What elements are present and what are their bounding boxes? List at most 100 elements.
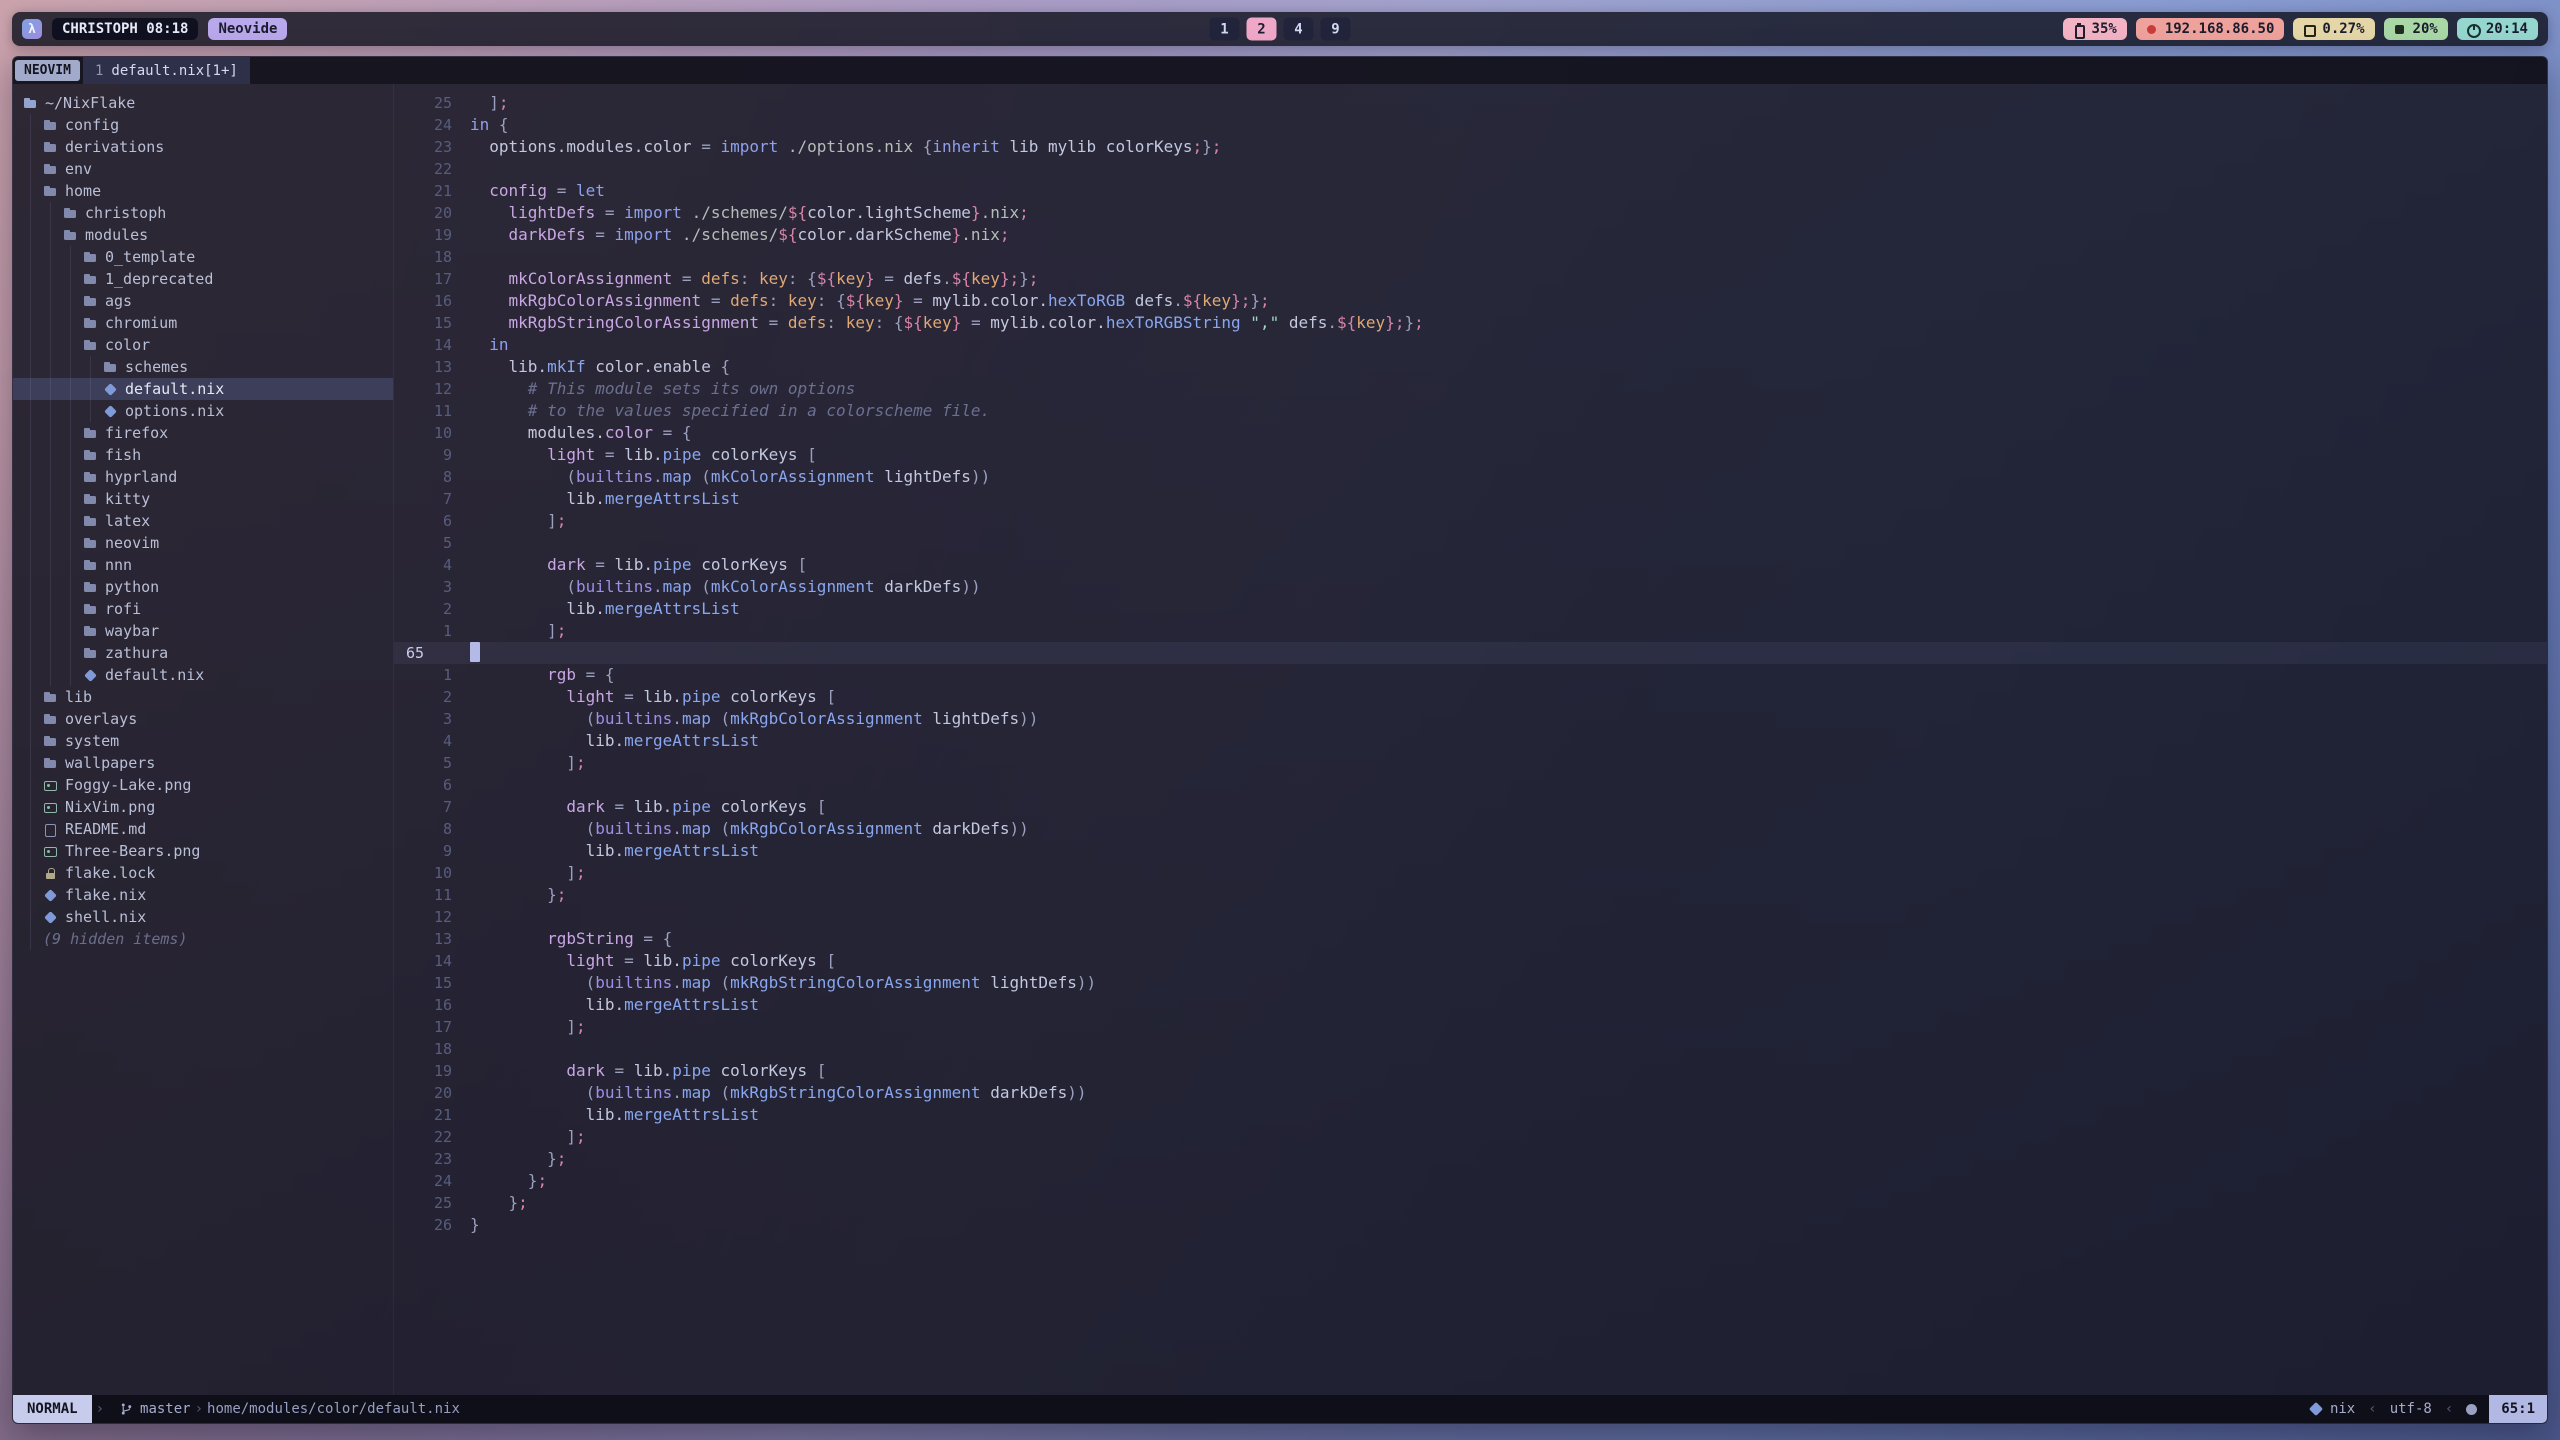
- workspace-button-9[interactable]: 9: [1321, 18, 1351, 41]
- code-line[interactable]: 8 (builtins.map (mkColorAssignment light…: [394, 466, 2547, 488]
- code-line[interactable]: 23 options.modules.color = import ./opti…: [394, 136, 2547, 158]
- tree-item-zathura[interactable]: zathura: [13, 642, 393, 664]
- code-line[interactable]: 12 # This module sets its own options: [394, 378, 2547, 400]
- tree-item-schemes[interactable]: schemes: [13, 356, 393, 378]
- tree-item-hyprland[interactable]: hyprland: [13, 466, 393, 488]
- tab-default-nix[interactable]: 1 default.nix[1+]: [83, 57, 250, 84]
- tree-item-env[interactable]: env: [13, 158, 393, 180]
- code-line[interactable]: 15 mkRgbStringColorAssignment = defs: ke…: [394, 312, 2547, 334]
- tree-item-nixvim-png[interactable]: NixVim.png: [13, 796, 393, 818]
- code-line[interactable]: 24in {: [394, 114, 2547, 136]
- code-line[interactable]: 9 light = lib.pipe colorKeys [: [394, 444, 2547, 466]
- code-line[interactable]: 20 lightDefs = import ./schemes/${color.…: [394, 202, 2547, 224]
- tree-item-derivations[interactable]: derivations: [13, 136, 393, 158]
- tree-item-neovim[interactable]: neovim: [13, 532, 393, 554]
- code-line[interactable]: 19 darkDefs = import ./schemes/${color.d…: [394, 224, 2547, 246]
- tree-item-christoph[interactable]: christoph: [13, 202, 393, 224]
- code-line[interactable]: 17 mkColorAssignment = defs: key: {${key…: [394, 268, 2547, 290]
- code-line[interactable]: 1 rgb = {: [394, 664, 2547, 686]
- tree-item-lib[interactable]: lib: [13, 686, 393, 708]
- code-line[interactable]: 6 ];: [394, 510, 2547, 532]
- code-line[interactable]: 16 mkRgbColorAssignment = defs: key: {${…: [394, 290, 2547, 312]
- code-line[interactable]: 11 };: [394, 884, 2547, 906]
- tree-item-system[interactable]: system: [13, 730, 393, 752]
- tree-item-default-nix[interactable]: default.nix: [13, 378, 393, 400]
- code-line[interactable]: 16 lib.mergeAttrsList: [394, 994, 2547, 1016]
- code-line[interactable]: 17 ];: [394, 1016, 2547, 1038]
- tree-item-rofi[interactable]: rofi: [13, 598, 393, 620]
- code-line[interactable]: 10 ];: [394, 862, 2547, 884]
- workspace-button-4[interactable]: 4: [1284, 18, 1314, 41]
- tree-item-9-hidden-items[interactable]: (9 hidden items): [13, 928, 393, 950]
- code-line[interactable]: 5: [394, 532, 2547, 554]
- code-line[interactable]: 14 in: [394, 334, 2547, 356]
- tree-item-options-nix[interactable]: options.nix: [13, 400, 393, 422]
- tree-item-color[interactable]: color: [13, 334, 393, 356]
- code-line[interactable]: 3 (builtins.map (mkColorAssignment darkD…: [394, 576, 2547, 598]
- code-line[interactable]: 25 ];: [394, 92, 2547, 114]
- code-line[interactable]: 7 lib.mergeAttrsList: [394, 488, 2547, 510]
- tree-item-ags[interactable]: ags: [13, 290, 393, 312]
- code-line[interactable]: 15 (builtins.map (mkRgbStringColorAssign…: [394, 972, 2547, 994]
- tree-item-nixflake[interactable]: ~/NixFlake: [13, 92, 393, 114]
- code-line[interactable]: 5 ];: [394, 752, 2547, 774]
- tree-item-three-bears-png[interactable]: Three-Bears.png: [13, 840, 393, 862]
- code-line[interactable]: 21 lib.mergeAttrsList: [394, 1104, 2547, 1126]
- code-line[interactable]: 18: [394, 1038, 2547, 1060]
- code-line[interactable]: 3 (builtins.map (mkRgbColorAssignment li…: [394, 708, 2547, 730]
- code-line[interactable]: 6: [394, 774, 2547, 796]
- topbar-module-battery[interactable]: 35%: [2063, 18, 2127, 40]
- tree-item-flake-lock[interactable]: flake.lock: [13, 862, 393, 884]
- code-line[interactable]: 4 dark = lib.pipe colorKeys [: [394, 554, 2547, 576]
- tree-item-foggy-lake-png[interactable]: Foggy-Lake.png: [13, 774, 393, 796]
- code-line[interactable]: 19 dark = lib.pipe colorKeys [: [394, 1060, 2547, 1082]
- code-line[interactable]: 11 # to the values specified in a colors…: [394, 400, 2547, 422]
- code-line[interactable]: 8 (builtins.map (mkRgbColorAssignment da…: [394, 818, 2547, 840]
- tree-item-flake-nix[interactable]: flake.nix: [13, 884, 393, 906]
- code-line[interactable]: 22: [394, 158, 2547, 180]
- code-line[interactable]: 21 config = let: [394, 180, 2547, 202]
- code-line[interactable]: 14 light = lib.pipe colorKeys [: [394, 950, 2547, 972]
- tree-item-python[interactable]: python: [13, 576, 393, 598]
- tree-item-config[interactable]: config: [13, 114, 393, 136]
- code-line[interactable]: 20 (builtins.map (mkRgbStringColorAssign…: [394, 1082, 2547, 1104]
- code-line[interactable]: 10 modules.color = {: [394, 422, 2547, 444]
- tree-item-shell-nix[interactable]: shell.nix: [13, 906, 393, 928]
- code-line[interactable]: 26}: [394, 1214, 2547, 1236]
- tree-item-1-deprecated[interactable]: 1_deprecated: [13, 268, 393, 290]
- code-line[interactable]: 13 lib.mkIf color.enable {: [394, 356, 2547, 378]
- tree-item-firefox[interactable]: firefox: [13, 422, 393, 444]
- code-line[interactable]: 7 dark = lib.pipe colorKeys [: [394, 796, 2547, 818]
- topbar-module-memory[interactable]: 20%: [2384, 18, 2448, 40]
- code-line[interactable]: 4 lib.mergeAttrsList: [394, 730, 2547, 752]
- code-line[interactable]: 22 ];: [394, 1126, 2547, 1148]
- tree-item-chromium[interactable]: chromium: [13, 312, 393, 334]
- tree-item-modules[interactable]: modules: [13, 224, 393, 246]
- tree-item-overlays[interactable]: overlays: [13, 708, 393, 730]
- code-line[interactable]: 23 };: [394, 1148, 2547, 1170]
- code-line[interactable]: 24 };: [394, 1170, 2547, 1192]
- code-line[interactable]: 2 light = lib.pipe colorKeys [: [394, 686, 2547, 708]
- workspace-button-1[interactable]: 1: [1210, 18, 1240, 41]
- code-line[interactable]: 18: [394, 246, 2547, 268]
- code-line[interactable]: 2 lib.mergeAttrsList: [394, 598, 2547, 620]
- topbar-module-network[interactable]: 192.168.86.50: [2136, 18, 2285, 40]
- tree-item-0-template[interactable]: 0_template: [13, 246, 393, 268]
- user-clock-module[interactable]: CHRISTOPH 08:18: [52, 18, 198, 40]
- code-line[interactable]: 65: [394, 642, 2547, 664]
- tree-item-readme-md[interactable]: README.md: [13, 818, 393, 840]
- tree-item-home[interactable]: home: [13, 180, 393, 202]
- tree-item-kitty[interactable]: kitty: [13, 488, 393, 510]
- code-line[interactable]: 13 rgbString = {: [394, 928, 2547, 950]
- tree-item-nnn[interactable]: nnn: [13, 554, 393, 576]
- topbar-module-clock[interactable]: 20:14: [2457, 18, 2538, 40]
- tree-item-latex[interactable]: latex: [13, 510, 393, 532]
- code-line[interactable]: 1 ];: [394, 620, 2547, 642]
- code-area[interactable]: 25 ];24in {23 options.modules.color = im…: [394, 84, 2547, 1395]
- tree-item-wallpapers[interactable]: wallpapers: [13, 752, 393, 774]
- code-line[interactable]: 25 };: [394, 1192, 2547, 1214]
- workspace-button-2[interactable]: 2: [1247, 18, 1277, 41]
- topbar-module-cpu[interactable]: 0.27%: [2293, 18, 2374, 40]
- tree-item-waybar[interactable]: waybar: [13, 620, 393, 642]
- tree-item-fish[interactable]: fish: [13, 444, 393, 466]
